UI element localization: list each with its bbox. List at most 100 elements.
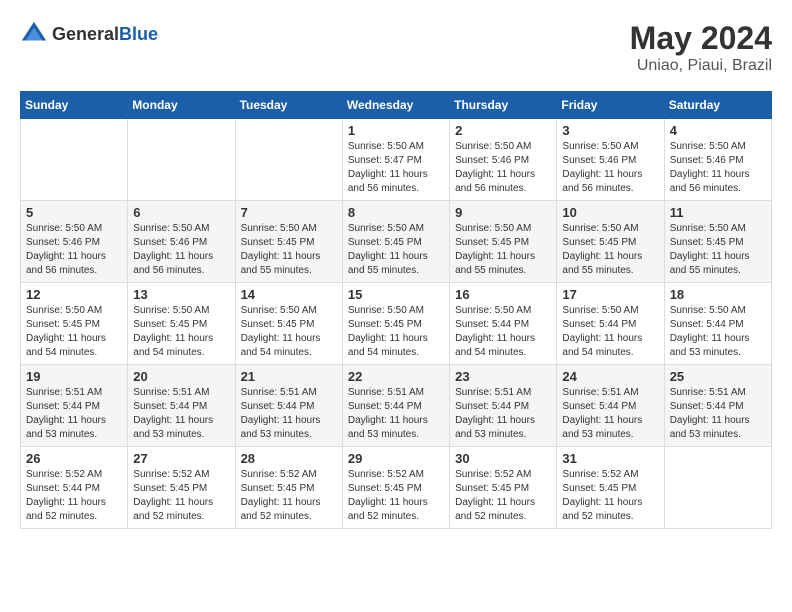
day-info: Sunrise: 5:52 AMSunset: 5:44 PMDaylight:… [26, 468, 122, 524]
day-info: Sunrise: 5:50 AMSunset: 5:44 PMDaylight:… [455, 304, 551, 360]
day-info: Sunrise: 5:51 AMSunset: 5:44 PMDaylight:… [26, 386, 122, 442]
day-cell: 31Sunrise: 5:52 AMSunset: 5:45 PMDayligh… [557, 447, 664, 529]
day-cell: 13 Sunrise: 5:50 AMSunset: 5:45 PMDayligh… [128, 283, 235, 365]
title-block: May 2024 Uniao, Piaui, Brazil [630, 20, 772, 75]
day-number: 14 [241, 287, 337, 302]
day-cell: 27Sunrise: 5:52 AMSunset: 5:45 PMDayligh… [128, 447, 235, 529]
day-number: 16 [455, 287, 551, 302]
day-cell: 30Sunrise: 5:52 AMSunset: 5:45 PMDayligh… [450, 447, 557, 529]
weekday-header-tuesday: Tuesday [235, 92, 342, 119]
day-info: Sunrise: 5:50 AMSunset: 5:44 PMDaylight:… [562, 304, 658, 360]
calendar-table: SundayMondayTuesdayWednesdayThursdayFrid… [20, 91, 772, 529]
day-number: 6 [133, 205, 229, 220]
logo-text-blue: Blue [119, 24, 158, 44]
day-cell: 14 Sunrise: 5:50 AMSunset: 5:45 PMDayligh… [235, 283, 342, 365]
day-info: Sunrise: 5:50 AMSunset: 5:46 PMDaylight:… [133, 222, 229, 278]
day-number: 5 [26, 205, 122, 220]
day-number: 26 [26, 451, 122, 466]
day-cell: 10 Sunrise: 5:50 AMSunset: 5:45 PMDayligh… [557, 201, 664, 283]
day-info: Sunrise: 5:50 AMSunset: 5:45 PMDaylight:… [562, 222, 658, 278]
day-number: 20 [133, 369, 229, 384]
day-number: 21 [241, 369, 337, 384]
week-row-3: 12 Sunrise: 5:50 AMSunset: 5:45 PMDayligh… [21, 283, 772, 365]
day-cell: 9Sunrise: 5:50 AMSunset: 5:45 PMDaylight… [450, 201, 557, 283]
day-info: Sunrise: 5:52 AMSunset: 5:45 PMDaylight:… [455, 468, 551, 524]
day-cell: 11Sunrise: 5:50 AMSunset: 5:45 PMDayligh… [664, 201, 771, 283]
day-number: 1 [348, 123, 444, 138]
day-number: 7 [241, 205, 337, 220]
day-info: Sunrise: 5:50 AMSunset: 5:44 PMDaylight:… [670, 304, 766, 360]
weekday-header-friday: Friday [557, 92, 664, 119]
day-info: Sunrise: 5:50 AMSunset: 5:45 PMDaylight:… [241, 304, 337, 360]
day-number: 13 [133, 287, 229, 302]
day-cell: 15 Sunrise: 5:50 AMSunset: 5:45 PMDayligh… [342, 283, 449, 365]
day-info: Sunrise: 5:50 AMSunset: 5:47 PMDaylight:… [348, 140, 444, 196]
day-cell: 3 Sunrise: 5:50 AMSunset: 5:46 PMDaylight… [557, 119, 664, 201]
day-number: 24 [562, 369, 658, 384]
day-cell [128, 119, 235, 201]
week-row-2: 5 Sunrise: 5:50 AMSunset: 5:46 PMDaylight… [21, 201, 772, 283]
day-number: 8 [348, 205, 444, 220]
weekday-header-wednesday: Wednesday [342, 92, 449, 119]
day-info: Sunrise: 5:50 AMSunset: 5:46 PMDaylight:… [670, 140, 766, 196]
day-cell: 12 Sunrise: 5:50 AMSunset: 5:45 PMDayligh… [21, 283, 128, 365]
day-number: 10 [562, 205, 658, 220]
month-title: May 2024 [630, 20, 772, 57]
day-cell: 4 Sunrise: 5:50 AMSunset: 5:46 PMDaylight… [664, 119, 771, 201]
day-cell: 29 Sunrise: 5:52 AMSunset: 5:45 PMDayligh… [342, 447, 449, 529]
day-cell: 22 Sunrise: 5:51 AMSunset: 5:44 PMDayligh… [342, 365, 449, 447]
day-cell: 21 Sunrise: 5:51 AMSunset: 5:44 PMDayligh… [235, 365, 342, 447]
day-info: Sunrise: 5:51 AMSunset: 5:44 PMDaylight:… [455, 386, 551, 442]
day-number: 23 [455, 369, 551, 384]
day-info: Sunrise: 5:51 AMSunset: 5:44 PMDaylight:… [348, 386, 444, 442]
day-info: Sunrise: 5:50 AMSunset: 5:45 PMDaylight:… [26, 304, 122, 360]
day-number: 28 [241, 451, 337, 466]
day-cell: 25Sunrise: 5:51 AMSunset: 5:44 PMDayligh… [664, 365, 771, 447]
day-info: Sunrise: 5:52 AMSunset: 5:45 PMDaylight:… [348, 468, 444, 524]
day-number: 18 [670, 287, 766, 302]
day-info: Sunrise: 5:50 AMSunset: 5:46 PMDaylight:… [562, 140, 658, 196]
day-number: 3 [562, 123, 658, 138]
week-row-1: 1 Sunrise: 5:50 AMSunset: 5:47 PMDaylight… [21, 119, 772, 201]
day-cell: 28 Sunrise: 5:52 AMSunset: 5:45 PMDayligh… [235, 447, 342, 529]
day-number: 22 [348, 369, 444, 384]
day-number: 17 [562, 287, 658, 302]
day-cell: 1 Sunrise: 5:50 AMSunset: 5:47 PMDaylight… [342, 119, 449, 201]
day-info: Sunrise: 5:50 AMSunset: 5:45 PMDaylight:… [348, 304, 444, 360]
page-header: GeneralBlue May 2024 Uniao, Piaui, Brazi… [20, 20, 772, 75]
day-info: Sunrise: 5:50 AMSunset: 5:45 PMDaylight:… [133, 304, 229, 360]
day-cell: 18 Sunrise: 5:50 AMSunset: 5:44 PMDayligh… [664, 283, 771, 365]
day-cell: 2 Sunrise: 5:50 AMSunset: 5:46 PMDaylight… [450, 119, 557, 201]
week-row-5: 26 Sunrise: 5:52 AMSunset: 5:44 PMDayligh… [21, 447, 772, 529]
day-number: 4 [670, 123, 766, 138]
day-info: Sunrise: 5:52 AMSunset: 5:45 PMDaylight:… [562, 468, 658, 524]
logo-icon [20, 20, 48, 48]
day-cell: 17 Sunrise: 5:50 AMSunset: 5:44 PMDayligh… [557, 283, 664, 365]
day-info: Sunrise: 5:51 AMSunset: 5:44 PMDaylight:… [562, 386, 658, 442]
day-info: Sunrise: 5:50 AMSunset: 5:45 PMDaylight:… [670, 222, 766, 278]
day-cell: 5Sunrise: 5:50 AMSunset: 5:46 PMDaylight… [21, 201, 128, 283]
weekday-header-thursday: Thursday [450, 92, 557, 119]
day-number: 25 [670, 369, 766, 384]
day-number: 12 [26, 287, 122, 302]
weekday-header-row: SundayMondayTuesdayWednesdayThursdayFrid… [21, 92, 772, 119]
day-info: Sunrise: 5:50 AMSunset: 5:46 PMDaylight:… [455, 140, 551, 196]
week-row-4: 19 Sunrise: 5:51 AMSunset: 5:44 PMDayligh… [21, 365, 772, 447]
day-info: Sunrise: 5:50 AMSunset: 5:45 PMDaylight:… [241, 222, 337, 278]
day-cell: 26 Sunrise: 5:52 AMSunset: 5:44 PMDayligh… [21, 447, 128, 529]
day-cell: 8Sunrise: 5:50 AMSunset: 5:45 PMDaylight… [342, 201, 449, 283]
day-number: 27 [133, 451, 229, 466]
day-info: Sunrise: 5:52 AMSunset: 5:45 PMDaylight:… [241, 468, 337, 524]
location-title: Uniao, Piaui, Brazil [630, 57, 772, 75]
day-number: 2 [455, 123, 551, 138]
day-cell: 20 Sunrise: 5:51 AMSunset: 5:44 PMDayligh… [128, 365, 235, 447]
day-info: Sunrise: 5:51 AMSunset: 5:44 PMDaylight:… [133, 386, 229, 442]
weekday-header-saturday: Saturday [664, 92, 771, 119]
day-number: 29 [348, 451, 444, 466]
day-info: Sunrise: 5:51 AMSunset: 5:44 PMDaylight:… [241, 386, 337, 442]
day-cell [664, 447, 771, 529]
day-number: 15 [348, 287, 444, 302]
day-cell [235, 119, 342, 201]
day-cell: 16 Sunrise: 5:50 AMSunset: 5:44 PMDayligh… [450, 283, 557, 365]
day-number: 19 [26, 369, 122, 384]
